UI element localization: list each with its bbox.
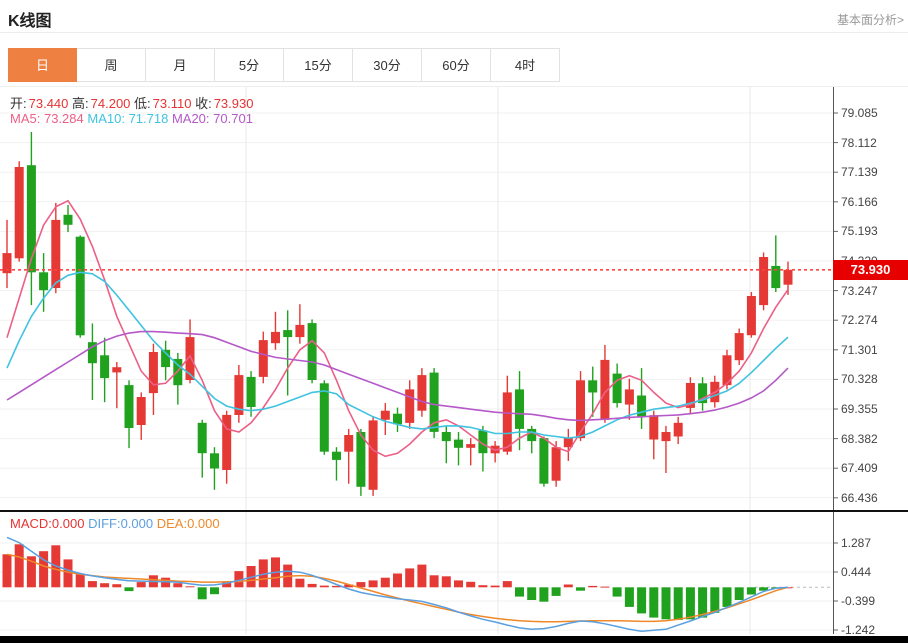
ma10-value: 71.718 bbox=[129, 111, 169, 126]
ma5-value: 73.284 bbox=[44, 111, 84, 126]
macd-label: MACD: bbox=[10, 516, 52, 531]
diff-label: DIFF: bbox=[88, 516, 121, 531]
macd-value: 0.000 bbox=[52, 516, 85, 531]
open-label: 开: bbox=[10, 96, 27, 111]
tab-4hour[interactable]: 4时 bbox=[491, 48, 560, 82]
page-title: K线图 bbox=[8, 7, 52, 31]
y-axis-label: 71.301 bbox=[841, 343, 905, 357]
close-label: 收: bbox=[195, 96, 212, 111]
macd-axis-label: -0.399 bbox=[841, 594, 905, 608]
low-label: 低: bbox=[134, 96, 151, 111]
macd-axis-label: -1.242 bbox=[841, 623, 905, 637]
ohlc-legend: 开:73.440 高:74.200 低:73.110 收:73.930 bbox=[10, 93, 253, 112]
ma5-label: MA5: bbox=[10, 111, 40, 126]
y-axis-label: 76.166 bbox=[841, 195, 905, 209]
low-value: 73.110 bbox=[153, 96, 192, 111]
y-axis-label: 72.274 bbox=[841, 313, 905, 327]
ma-legend: MA5: 73.284 MA10: 71.718 MA20: 70.701 bbox=[10, 111, 253, 126]
ma20-value: 70.701 bbox=[213, 111, 253, 126]
y-axis-label: 78.112 bbox=[841, 136, 905, 150]
panel-divider bbox=[0, 510, 908, 512]
tab-60min[interactable]: 60分 bbox=[422, 48, 491, 82]
y-axis-label: 68.382 bbox=[841, 432, 905, 446]
dea-value: 0.000 bbox=[187, 516, 220, 531]
close-value: 73.930 bbox=[214, 96, 254, 111]
dea-label: DEA: bbox=[157, 516, 187, 531]
candles-group bbox=[3, 132, 793, 496]
ma20-label: MA20: bbox=[172, 111, 210, 126]
header-divider bbox=[0, 32, 908, 33]
y-axis-label: 75.193 bbox=[841, 224, 905, 238]
macd-legend: MACD:0.000 DIFF:0.000 DEA:0.000 bbox=[10, 516, 220, 531]
y-axis-label: 79.085 bbox=[841, 106, 905, 120]
candlestick-chart[interactable] bbox=[0, 87, 908, 510]
tab-15min[interactable]: 15分 bbox=[284, 48, 353, 82]
high-label: 高: bbox=[72, 96, 89, 111]
macd-axis-label: 1.287 bbox=[841, 536, 905, 550]
fundamental-analysis-link[interactable]: 基本面分析> bbox=[837, 11, 904, 28]
tab-day[interactable]: 日 bbox=[8, 48, 77, 82]
tab-week[interactable]: 周 bbox=[77, 48, 146, 82]
last-price-tag: 73.930 bbox=[833, 260, 908, 280]
tab-month[interactable]: 月 bbox=[146, 48, 215, 82]
bottom-bar bbox=[0, 636, 908, 643]
tab-5min[interactable]: 5分 bbox=[215, 48, 284, 82]
y-axis-label: 70.328 bbox=[841, 372, 905, 386]
macd-axis-label: 0.444 bbox=[841, 565, 905, 579]
diff-value: 0.000 bbox=[121, 516, 154, 531]
y-axis-label: 69.355 bbox=[841, 402, 905, 416]
period-tabbar: 日 周 月 5分 15分 30分 60分 4时 bbox=[8, 48, 560, 82]
dea-line bbox=[7, 554, 788, 621]
macd-histogram bbox=[3, 544, 793, 620]
ma10-label: MA10: bbox=[87, 111, 125, 126]
y-axis-label: 67.409 bbox=[841, 461, 905, 475]
tab-30min[interactable]: 30分 bbox=[353, 48, 422, 82]
open-value: 73.440 bbox=[29, 96, 69, 111]
y-axis-label: 73.247 bbox=[841, 284, 905, 298]
high-value: 74.200 bbox=[91, 96, 131, 111]
y-axis-label: 66.436 bbox=[841, 491, 905, 505]
y-axis-label: 77.139 bbox=[841, 165, 905, 179]
